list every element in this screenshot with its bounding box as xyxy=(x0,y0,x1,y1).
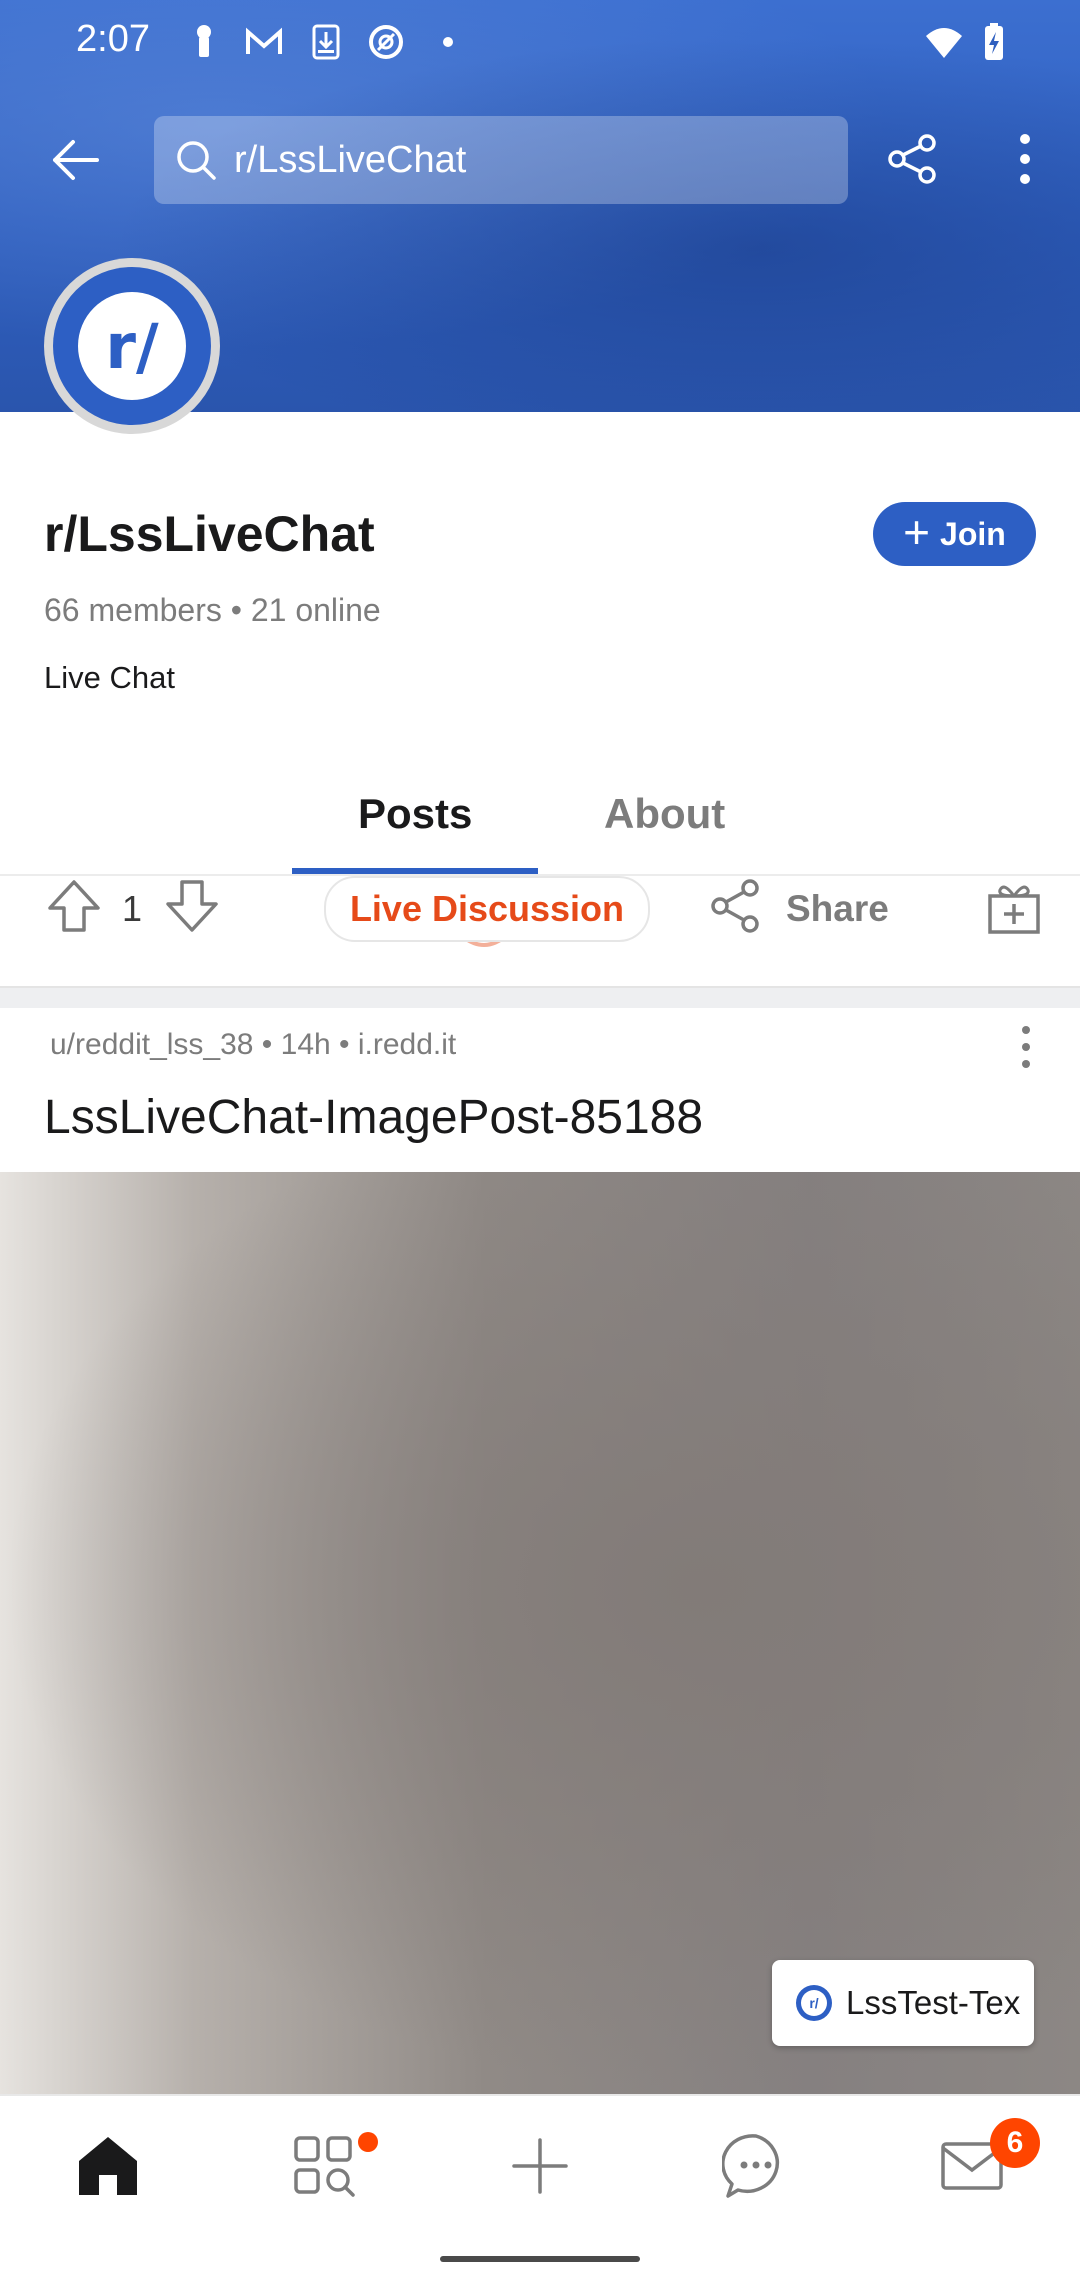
plus-icon: + xyxy=(903,506,931,558)
create-icon xyxy=(512,2138,568,2194)
status-time: 2:07 xyxy=(76,18,150,60)
status-bar: 2:07 xyxy=(0,0,1080,90)
chat-icon xyxy=(722,2134,779,2198)
inbox-badge: 6 xyxy=(990,2118,1040,2168)
back-button[interactable] xyxy=(40,118,110,202)
post-more-icon[interactable] xyxy=(1006,1022,1046,1072)
discover-notification-dot xyxy=(358,2132,378,2152)
community-avatar: r/ xyxy=(44,258,220,434)
search-input[interactable]: r/LssLiveChat xyxy=(154,116,848,204)
wifi-icon xyxy=(924,22,964,62)
post-image[interactable] xyxy=(0,1172,1080,2094)
search-icon xyxy=(177,141,216,180)
more-options-button[interactable] xyxy=(990,124,1060,194)
home-icon xyxy=(79,2137,137,2195)
do-not-disturb-icon xyxy=(366,22,406,62)
community-description: Live Chat xyxy=(44,660,175,695)
nav-home[interactable] xyxy=(68,2126,148,2206)
battery-charging-icon xyxy=(974,22,1014,62)
tab-posts[interactable]: Posts xyxy=(358,790,472,838)
downvote-icon[interactable] xyxy=(162,876,222,936)
chip-text: LssTest-Tex xyxy=(846,1984,1021,2021)
gift-icon[interactable] xyxy=(986,880,1042,936)
live-chat-chip[interactable]: r/ LssTest-Tex xyxy=(772,1960,1034,2046)
post-meta[interactable]: u/reddit_lss_38 • 14h • i.redd.it xyxy=(50,1028,456,1062)
search-text: r/LssLiveChat xyxy=(234,138,467,181)
back-arrow-icon xyxy=(53,140,99,180)
more-vert-icon xyxy=(1020,134,1030,184)
chip-avatar: r/ xyxy=(796,1985,832,2021)
upvote-icon[interactable] xyxy=(44,876,104,936)
avatar-text: r/ xyxy=(78,292,186,400)
join-label: Join xyxy=(940,515,1006,552)
join-button[interactable]: + Join xyxy=(873,502,1036,566)
home-indicator[interactable] xyxy=(440,2256,640,2262)
tab-about[interactable]: About xyxy=(604,790,725,838)
gmail-icon xyxy=(244,22,284,62)
nav-create[interactable] xyxy=(500,2126,580,2206)
post-title[interactable]: LssLiveChat-ImagePost-85188 xyxy=(44,1090,703,1145)
share-post-label[interactable]: Share xyxy=(786,888,889,930)
live-discussion-button[interactable]: Live Discussion xyxy=(324,876,650,942)
notification-dot-icon xyxy=(432,22,472,62)
share-button[interactable] xyxy=(878,124,948,194)
nav-chat[interactable] xyxy=(716,2126,796,2206)
key-icon xyxy=(184,22,224,62)
member-count: 66 members • 21 online xyxy=(44,592,381,628)
nav-discover[interactable] xyxy=(284,2126,364,2206)
discover-icon xyxy=(294,2136,355,2197)
download-icon xyxy=(306,22,346,62)
vote-count: 1 xyxy=(122,888,143,929)
community-name: r/LssLiveChat xyxy=(44,506,375,562)
post-separator xyxy=(0,986,1080,1008)
share-icon xyxy=(888,134,936,184)
share-post-icon[interactable] xyxy=(708,876,764,936)
